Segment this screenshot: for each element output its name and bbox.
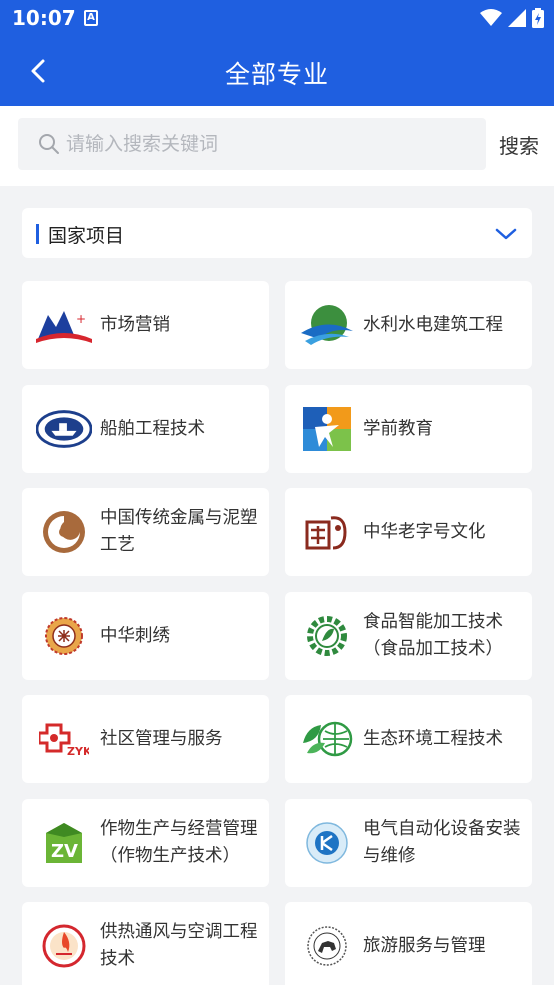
major-card[interactable]: 电气自动化设备安装与维修: [285, 799, 532, 887]
notification-icon: A: [84, 10, 98, 26]
search-bar: 搜索: [0, 106, 554, 186]
embroidery-logo-icon: [36, 612, 92, 660]
search-input[interactable]: [66, 118, 476, 170]
major-card[interactable]: 供热通风与空调工程技术: [22, 902, 269, 985]
major-name: 市场营销: [100, 314, 170, 335]
status-bar: 10:07 A: [0, 0, 554, 38]
major-name: 食品智能加工技术（食品加工技术）: [363, 612, 503, 659]
food-logo-icon: [299, 612, 355, 660]
major-name: 学前教育: [363, 418, 433, 439]
category-label: 国家项目: [48, 225, 125, 247]
major-card[interactable]: + 市场营销: [22, 281, 269, 369]
major-name: 水利水电建筑工程: [363, 314, 503, 335]
hvac-logo-icon: [36, 922, 92, 970]
major-name: 中国传统金属与泥塑工艺: [100, 508, 258, 555]
preschool-logo-icon: [299, 405, 355, 453]
electric-logo-icon: [299, 819, 355, 867]
major-name: 供热通风与空调工程技术: [100, 922, 258, 969]
page-title: 全部专业: [224, 60, 329, 89]
major-name: 中华刺绣: [100, 625, 170, 646]
major-card[interactable]: 中国传统金属与泥塑工艺: [22, 488, 269, 576]
major-name: 旅游服务与管理: [363, 935, 486, 956]
wifi-icon: [480, 9, 502, 26]
hydro-logo-icon: [299, 301, 355, 349]
ecology-logo-icon: [299, 715, 355, 763]
market-logo-icon: +: [36, 301, 92, 349]
svg-text:ZYK: ZYK: [67, 745, 89, 757]
major-card[interactable]: 水利水电建筑工程: [285, 281, 532, 369]
major-card[interactable]: 生态环境工程技术: [285, 695, 532, 783]
crop-logo-icon: ZV: [36, 819, 92, 867]
major-name: 生态环境工程技术: [363, 728, 503, 749]
major-name: 船舶工程技术: [100, 418, 205, 439]
tourism-logo-icon: [299, 922, 355, 970]
major-card[interactable]: 中华刺绣: [22, 592, 269, 680]
major-name: 电气自动化设备安装与维修: [363, 819, 521, 866]
status-icons: [480, 8, 544, 28]
category-dropdown[interactable]: 国家项目: [22, 208, 532, 258]
battery-icon: [532, 8, 544, 28]
ship-logo-icon: [36, 405, 92, 453]
major-card[interactable]: ZV 作物生产与经营管理（作物生产技术）: [22, 799, 269, 887]
major-card[interactable]: 食品智能加工技术（食品加工技术）: [285, 592, 532, 680]
major-name: 中华老字号文化: [363, 521, 486, 542]
search-icon: [39, 134, 59, 154]
svg-text:+: +: [76, 312, 86, 326]
major-name: 作物生产与经营管理（作物生产技术）: [100, 819, 258, 866]
major-card[interactable]: ZYK 社区管理与服务: [22, 695, 269, 783]
community-logo-icon: ZYK: [36, 715, 92, 763]
major-card[interactable]: 学前教育: [285, 385, 532, 473]
app-bar: 全部专业: [0, 38, 554, 106]
major-card[interactable]: 旅游服务与管理: [285, 902, 532, 985]
metal-clay-logo-icon: [36, 508, 92, 556]
signal-icon: [508, 9, 526, 27]
search-button[interactable]: 搜索: [499, 130, 539, 159]
status-time: 10:07: [12, 6, 76, 30]
svg-text:ZV: ZV: [51, 841, 78, 862]
major-name: 社区管理与服务: [100, 728, 223, 749]
major-card[interactable]: 船舶工程技术: [22, 385, 269, 473]
major-card[interactable]: 中华老字号文化: [285, 488, 532, 576]
chevron-down-icon: [495, 228, 517, 240]
search-box[interactable]: [18, 118, 486, 170]
old-brand-logo-icon: [299, 508, 355, 556]
category-marker: [36, 224, 39, 244]
